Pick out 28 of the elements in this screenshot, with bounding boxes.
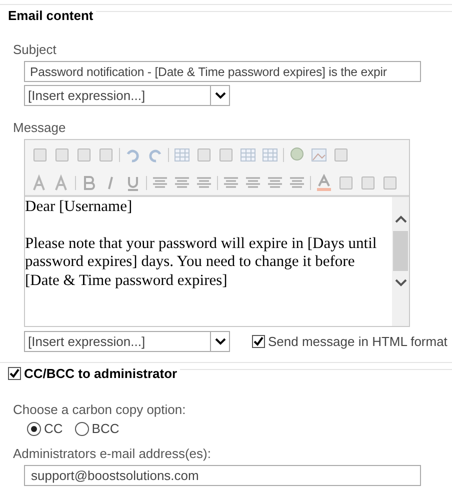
section-title: CC/BCC to administrator xyxy=(24,366,178,381)
radio-label: BCC xyxy=(92,421,120,436)
message-paragraph: Dear [Username] xyxy=(25,198,134,216)
subject-field[interactable]: Password notification - [Date & Time password expires] is the expir xyxy=(24,61,421,82)
field-label: Choose a carbon copy option: xyxy=(13,402,187,417)
checkbox[interactable] xyxy=(8,367,21,380)
radio-label: CC xyxy=(44,421,63,436)
image-icon[interactable] xyxy=(310,146,328,164)
expression-dropdown[interactable]: [Insert expression...] xyxy=(24,85,230,106)
checkbox-label: Send message in HTML format xyxy=(268,334,448,349)
field-label: Message xyxy=(13,120,67,135)
chevron-down-icon xyxy=(214,92,226,99)
expression-dropdown[interactable]: [Insert expression...] xyxy=(24,331,230,352)
scroll-up-icon[interactable] xyxy=(394,215,406,223)
scroll-down-icon[interactable] xyxy=(394,279,406,287)
section-title: Email content xyxy=(8,8,94,23)
radio-button[interactable] xyxy=(27,422,41,436)
chevron-down-icon xyxy=(214,338,226,345)
field-label: Subject xyxy=(13,42,58,57)
table-icon[interactable] xyxy=(173,146,191,164)
field-label: Administrators e-mail address(es): xyxy=(13,446,212,461)
font-color-icon[interactable] xyxy=(315,174,333,192)
radio-button[interactable] xyxy=(74,422,89,436)
message-paragraph: Please note that your password will expire in [Days until password expires] days. You need to change it before [Date & Time password expires] xyxy=(25,234,378,290)
grid-icon[interactable] xyxy=(239,146,257,164)
scrollbar[interactable] xyxy=(392,197,409,326)
email-field[interactable]: support@boostsolutions.com xyxy=(24,465,421,486)
checkbox[interactable] xyxy=(252,335,265,348)
